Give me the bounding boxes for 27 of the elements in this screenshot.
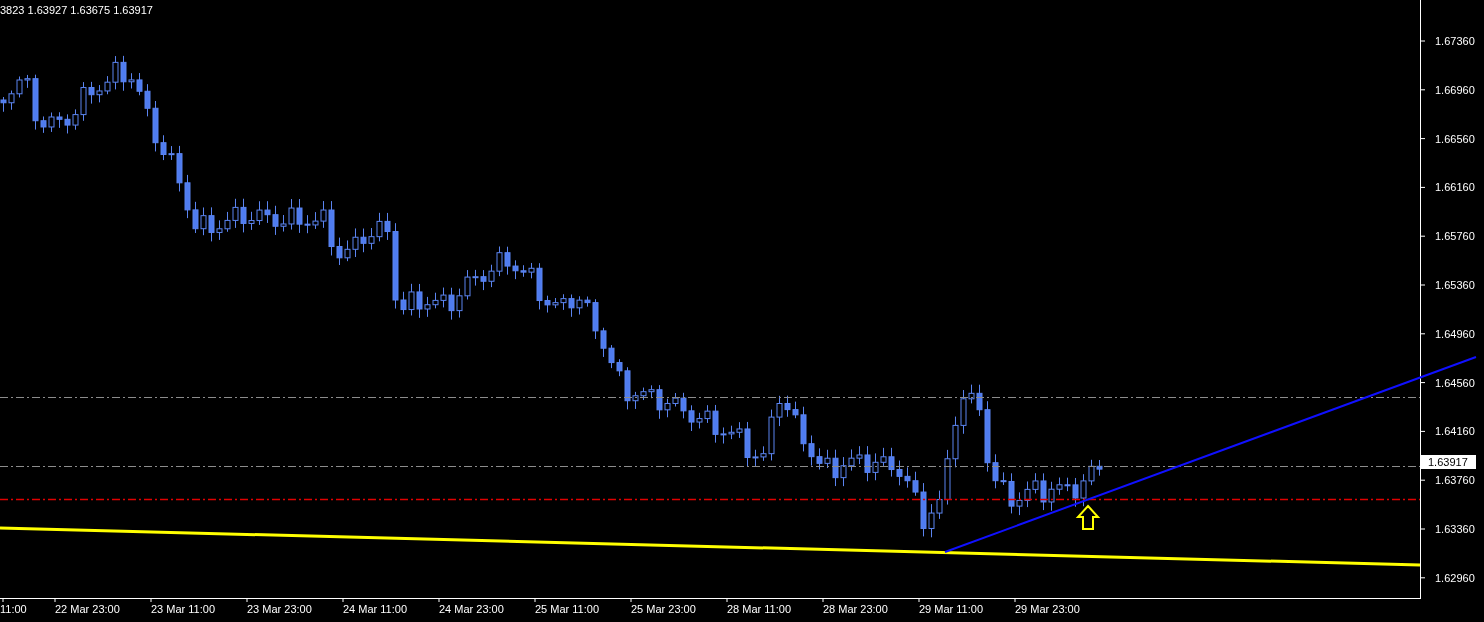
- price-axis-label: 1.66960: [1435, 83, 1475, 96]
- time-axis-label: 29 Mar 11:00: [919, 603, 983, 615]
- price-axis-label: 1.63360: [1435, 523, 1475, 535]
- time-axis-label: 23 Mar 11:00: [151, 603, 215, 615]
- time-axis-label: 11:00: [0, 603, 27, 615]
- price-axis-label: 1.63760: [1435, 474, 1475, 487]
- current-price-label: 1.63917: [1421, 455, 1476, 469]
- price-axis-label: 1.67360: [1435, 35, 1475, 47]
- price-axis-label: 1.65760: [1435, 230, 1475, 243]
- price-axis-label: 1.66160: [1435, 181, 1475, 194]
- price-axis-label: 1.64160: [1435, 425, 1475, 438]
- price-axis-label: 1.66560: [1435, 132, 1475, 145]
- price-axis-label: 1.64960: [1435, 327, 1475, 340]
- time-axis-label: 25 Mar 23:00: [631, 603, 696, 615]
- time-axis-label: 28 Mar 23:00: [823, 603, 888, 615]
- price-info-text: 3823 1.63927 1.63675 1.63917: [0, 4, 153, 16]
- price-axis-label: 1.62960: [1435, 571, 1475, 584]
- arrow-up-icon: [1075, 504, 1101, 530]
- time-axis-label: 24 Mar 11:00: [343, 603, 407, 615]
- price-axis-label: 1.64560: [1435, 376, 1475, 389]
- time-axis-label: 28 Mar 11:00: [727, 603, 791, 615]
- time-axis-label: 23 Mar 23:00: [247, 603, 312, 615]
- time-axis-label: 29 Mar 23:00: [1015, 603, 1080, 615]
- time-axis-label: 22 Mar 23:00: [55, 603, 120, 615]
- time-axis-label: 25 Mar 11:00: [535, 603, 599, 615]
- time-axis-label: 24 Mar 23:00: [439, 603, 504, 615]
- price-axis-label: 1.65360: [1435, 279, 1475, 291]
